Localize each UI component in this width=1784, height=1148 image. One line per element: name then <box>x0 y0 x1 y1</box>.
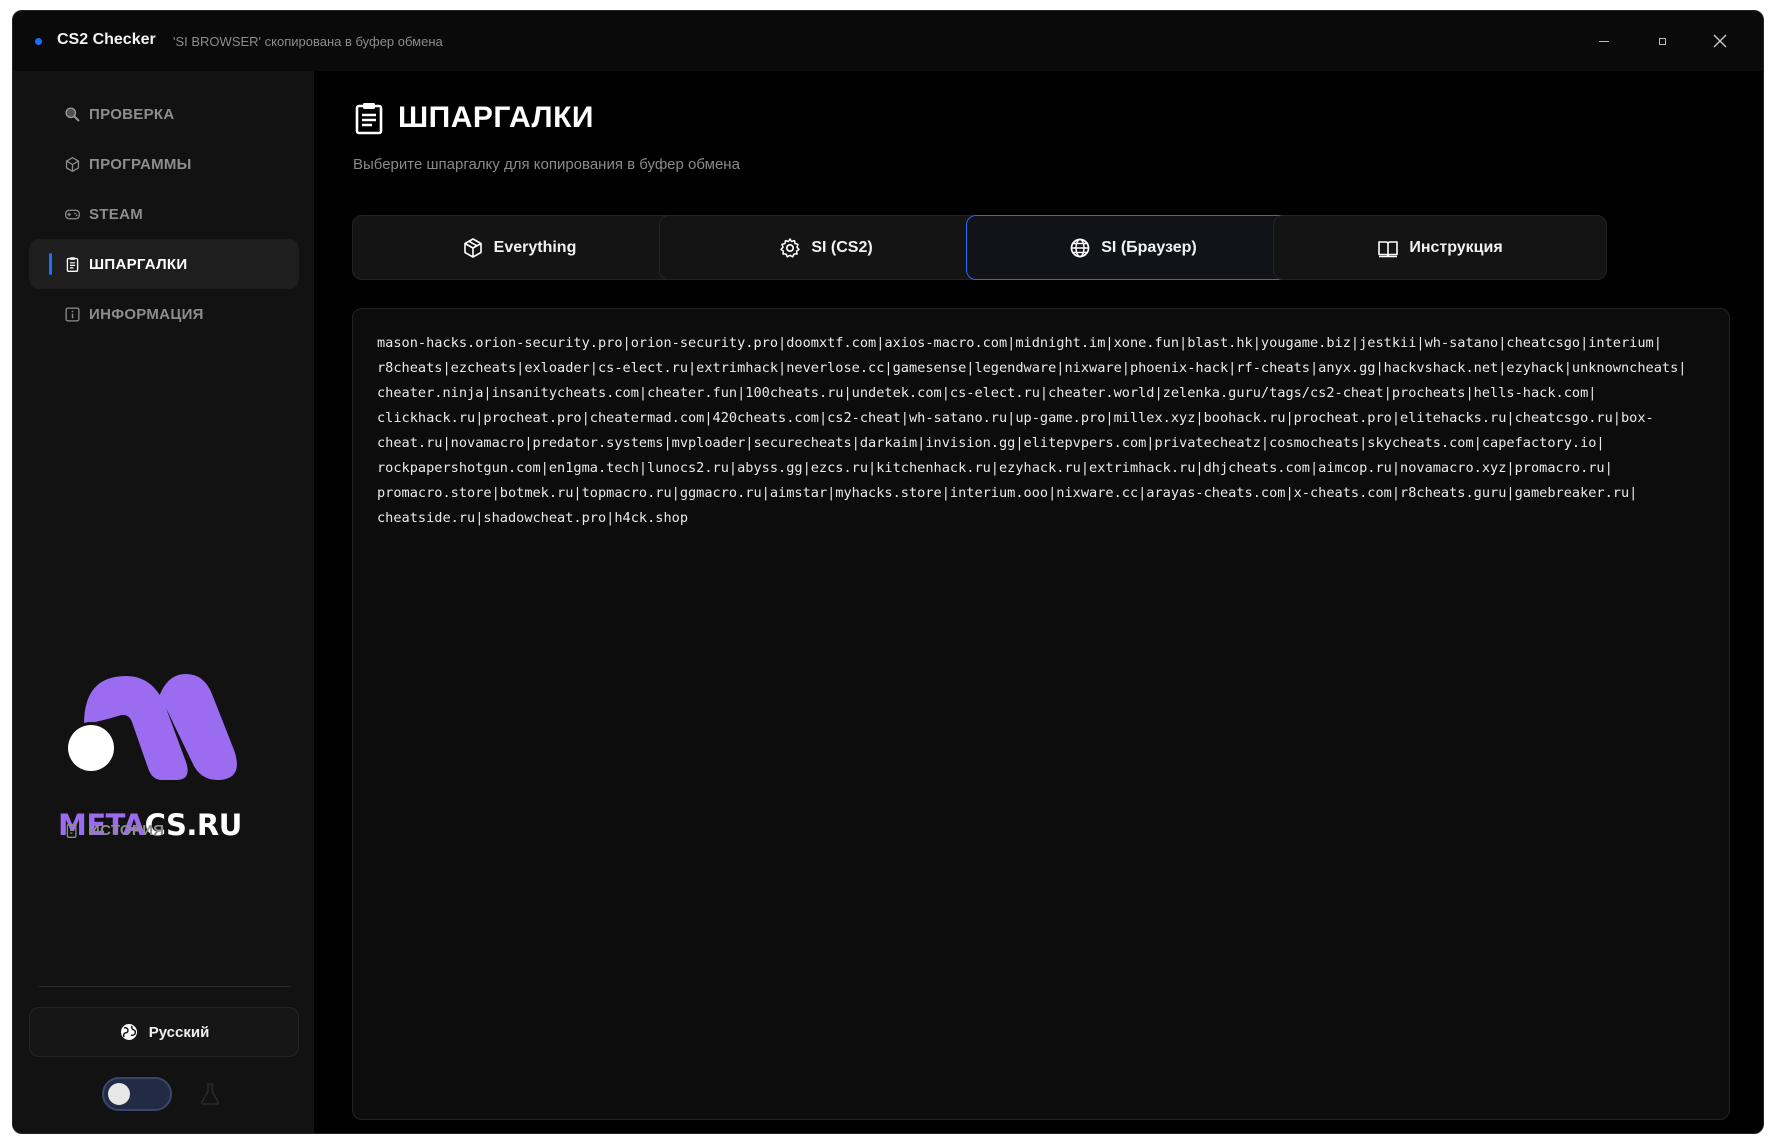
sidebar-item-cheatsheets[interactable]: ШПАРГАЛКИ <box>29 239 299 289</box>
logo-mark <box>65 674 237 781</box>
tab-si-cs2[interactable]: SI (CS2) <box>659 215 993 280</box>
gamepad-icon <box>63 205 81 223</box>
sidebar-item-programs[interactable]: ПРОГРАММЫ <box>29 139 299 189</box>
sidebar-item-label: ПРОВЕРКА <box>89 105 175 123</box>
app-title: CS2 Checker <box>57 31 156 48</box>
scroll-icon <box>63 821 81 839</box>
tab-label: SI (Браузер) <box>1101 238 1197 256</box>
clipboard-icon <box>355 103 383 135</box>
toggle-knob <box>108 1083 130 1105</box>
close-icon <box>1713 34 1727 48</box>
tab-everything[interactable]: Everything <box>352 215 686 280</box>
maximize-icon <box>1658 37 1666 45</box>
close-button[interactable] <box>1695 25 1745 57</box>
minimize-icon <box>1599 40 1609 42</box>
page-title: ШПАРГАЛКИ <box>398 101 594 134</box>
sidebar-item-steam[interactable]: STEAM <box>29 189 299 239</box>
status-message: 'SI BROWSER' скопирована в буфер обмена <box>173 34 443 49</box>
language-label: Русский <box>148 1023 210 1041</box>
clipboard-icon <box>63 255 81 273</box>
tab-label: SI (CS2) <box>811 238 873 256</box>
search-icon <box>63 105 81 123</box>
app-window: CS2 Checker 'SI BROWSER' скопирована в б… <box>12 10 1764 1134</box>
tab-label: Everything <box>493 238 577 256</box>
tab-si-browser[interactable]: SI (Браузер) <box>966 215 1300 280</box>
sidebar-item-label: ИСТОРИЯ <box>89 821 165 839</box>
theme-toggle[interactable] <box>102 1077 172 1111</box>
book-icon <box>1378 240 1399 257</box>
globe-icon <box>120 1024 137 1040</box>
title-bar: CS2 Checker 'SI BROWSER' скопирована в б… <box>13 11 1763 71</box>
sidebar-item-history[interactable]: ИСТОРИЯ <box>29 805 299 855</box>
language-button[interactable]: Русский <box>29 1007 299 1057</box>
sidebar-item-label: ШПАРГАЛКИ <box>89 255 188 273</box>
sidebar-item-label: ПРОГРАММЫ <box>89 155 192 173</box>
maximize-button[interactable] <box>1637 25 1687 57</box>
app-status-dot <box>35 38 42 45</box>
globe-icon <box>1070 238 1090 257</box>
main-panel: ШПАРГАЛКИ Выберите шпаргалку для копиров… <box>314 71 1763 1133</box>
minimize-button[interactable] <box>1579 25 1629 57</box>
page-subtitle: Выберите шпаргалку для копирования в буф… <box>353 156 740 173</box>
sidebar-item-check[interactable]: ПРОВЕРКА <box>29 89 299 139</box>
gear-icon <box>780 237 801 258</box>
page-header: ШПАРГАЛКИ <box>354 93 594 143</box>
cheatsheet-content[interactable]: mason-hacks.orion-security.pro|orion-sec… <box>352 308 1730 1120</box>
cube-icon <box>463 237 482 258</box>
sidebar: ПРОВЕРКА ПРОГРАММЫ STEAM ШПАРГАЛКИ ИНФОР… <box>13 71 314 1133</box>
package-icon <box>63 155 81 173</box>
active-indicator <box>49 253 52 275</box>
tab-instructions[interactable]: Инструкция <box>1273 215 1607 280</box>
flask-icon[interactable] <box>196 1080 224 1108</box>
info-icon <box>63 305 81 323</box>
sidebar-item-label: ИНФОРМАЦИЯ <box>89 305 204 323</box>
sidebar-item-information[interactable]: ИНФОРМАЦИЯ <box>29 289 299 339</box>
sidebar-divider <box>39 986 291 987</box>
sidebar-item-label: STEAM <box>89 205 143 223</box>
tab-label: Инструкция <box>1409 238 1503 256</box>
